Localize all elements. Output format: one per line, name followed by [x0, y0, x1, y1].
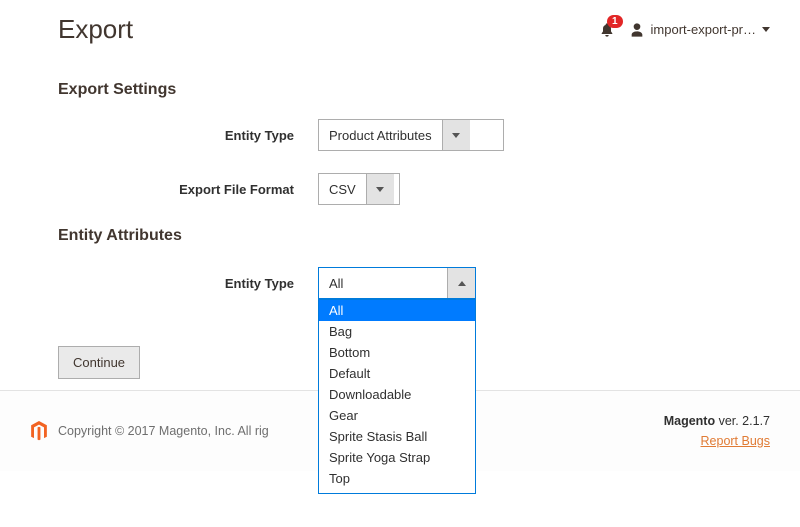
footer-right: Magento ver. 2.1.7 Report Bugs [664, 411, 770, 451]
export-file-format-label: Export File Format [58, 182, 318, 197]
entity-type-row: Entity Type Product Attributes [58, 119, 742, 151]
magento-logo-icon [30, 421, 48, 441]
dropdown-option[interactable]: Bag [319, 321, 475, 342]
header-actions: 1 import-export-pr… [599, 21, 770, 39]
select-toggle [366, 174, 394, 204]
notification-badge: 1 [607, 15, 623, 28]
dropdown-option[interactable]: All [319, 300, 475, 321]
dropdown-option[interactable]: Downloadable [319, 384, 475, 405]
report-bugs-link[interactable]: Report Bugs [701, 434, 770, 448]
dropdown-option[interactable]: Bottom [319, 342, 475, 363]
export-file-format-select[interactable]: CSV [318, 173, 400, 205]
export-file-format-value: CSV [319, 174, 366, 204]
export-file-format-row: Export File Format CSV [58, 173, 742, 205]
attr-entity-type-value: All [319, 268, 447, 298]
dropdown-option[interactable]: Default [319, 363, 475, 384]
user-menu[interactable]: import-export-pr… [629, 22, 770, 38]
entity-attributes-title: Entity Attributes [58, 227, 742, 245]
dropdown-option[interactable]: Gear [319, 405, 475, 426]
select-toggle [442, 120, 470, 150]
dropdown-option[interactable]: Sprite Yoga Strap [319, 447, 475, 468]
page-title: Export [58, 14, 133, 45]
entity-type-label: Entity Type [58, 128, 318, 143]
select-toggle [447, 268, 475, 298]
continue-button[interactable]: Continue [58, 346, 140, 379]
version-value: ver. 2.1.7 [715, 414, 770, 428]
page-header: Export 1 import-export-pr… [0, 0, 800, 55]
dropdown-option[interactable]: Top [319, 468, 475, 489]
notifications-button[interactable]: 1 [599, 21, 615, 39]
attr-entity-type-wrap: Entity Type All AllBagBottomDefaultDownl… [58, 267, 742, 299]
content: Export Settings Entity Type Product Attr… [0, 55, 800, 299]
chevron-down-icon [762, 27, 770, 32]
dropdown-option[interactable]: Sprite Stasis Ball [319, 426, 475, 447]
attr-entity-type-dropdown[interactable]: AllBagBottomDefaultDownloadableGearSprit… [318, 299, 476, 494]
chevron-up-icon [458, 281, 466, 286]
attr-entity-type-select[interactable]: All [318, 267, 476, 299]
footer-left: Copyright © 2017 Magento, Inc. All rig [30, 421, 269, 441]
user-name: import-export-pr… [651, 22, 756, 37]
chevron-down-icon [376, 187, 384, 192]
entity-type-select[interactable]: Product Attributes [318, 119, 504, 151]
attr-entity-type-label: Entity Type [58, 276, 318, 291]
chevron-down-icon [452, 133, 460, 138]
entity-type-value: Product Attributes [319, 120, 442, 150]
version-text: Magento ver. 2.1.7 [664, 411, 770, 431]
attr-entity-type-row: Entity Type All [58, 267, 742, 299]
version-label: Magento [664, 414, 715, 428]
copyright-text: Copyright © 2017 Magento, Inc. All rig [58, 424, 269, 438]
export-settings-title: Export Settings [58, 81, 742, 99]
user-icon [629, 22, 645, 38]
